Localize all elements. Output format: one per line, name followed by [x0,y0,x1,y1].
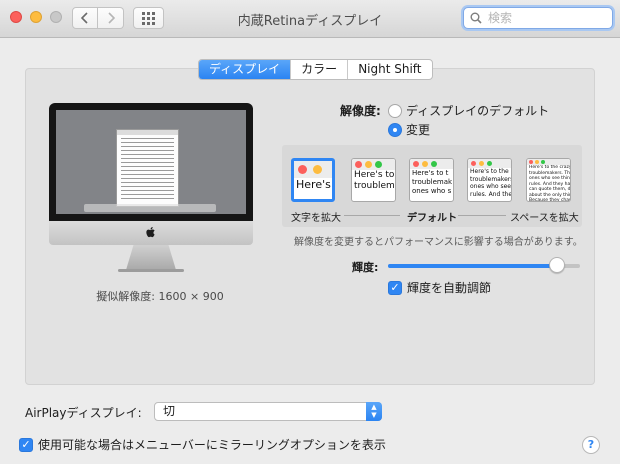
zoom-window-button[interactable] [50,11,62,23]
minimize-window-button[interactable] [30,11,42,23]
scale-preview-text: Here's [296,178,331,191]
airplay-display-label: AirPlayディスプレイ: [25,406,142,420]
close-window-button[interactable] [10,11,22,23]
radio-button-selected[interactable] [388,122,402,137]
imac-chin [49,221,253,245]
brightness-label: 輝度: [352,261,379,274]
mirroring-option-label: 使用可能な場合はメニューバーにミラーリングオプションを表示 [38,438,386,452]
radio-button[interactable] [388,103,402,118]
chevron-right-icon [107,12,115,24]
scale-label-default: デフォルト [407,213,457,224]
scale-preview-text: Here's to the crazy one troublemakers. T… [529,165,570,202]
scale-option-4[interactable]: Here's to the troublemakers ones who see… [467,158,512,202]
tab-color[interactable]: カラー [290,60,347,79]
scale-option-more-space[interactable]: Here's to the crazy one troublemakers. T… [526,158,571,202]
resolution-scaled-label: 変更 [406,123,431,137]
mirroring-menu-option[interactable]: ✓ 使用可能な場合はメニューバーにミラーリングオプションを表示 [19,436,386,453]
imac-foot [118,269,184,272]
checkmark-icon[interactable]: ✓ [19,437,33,452]
scale-preview-text: Here's to troublem [354,170,395,191]
chevron-up-down-icon: ▲ ▼ [366,402,382,421]
show-all-button[interactable] [133,7,164,29]
brightness-slider-knob[interactable] [548,257,565,273]
scale-preview-text: Here's to t troublemak ones who s [412,169,453,195]
grid-icon [142,11,155,25]
preview-desktop [56,110,246,214]
scale-label-more-space: スペースを拡大 [510,213,579,224]
help-button[interactable]: ? [582,436,600,454]
scale-option-larger-text[interactable]: Here's [291,158,335,202]
title-bar: 内蔵Retinaディスプレイ [0,0,620,38]
scale-divider-line [344,215,400,216]
display-preview-image [49,103,253,221]
chevron-left-icon [81,12,88,24]
tab-bar: ディスプレイ カラー Night Shift [198,59,433,80]
preview-dock [84,204,216,212]
window-title: 内蔵Retinaディスプレイ [237,14,383,29]
imac-stand [126,245,176,270]
scale-label-larger-text: 文字を拡大 [291,213,341,224]
scale-option-default[interactable]: Here's to t troublemak ones who s [409,158,454,202]
apple-logo-icon [146,227,155,238]
resolution-default-label: ディスプレイのデフォルト [406,104,550,118]
resolution-label: 解像度: [340,104,381,118]
search-field[interactable] [463,7,613,29]
checkmark-icon[interactable]: ✓ [388,280,402,295]
auto-brightness-option[interactable]: ✓ 輝度を自動調節 [388,279,491,296]
search-icon [470,12,482,24]
back-button[interactable] [72,7,98,29]
resolution-performance-note: 解像度を変更するとパフォーマンスに影響する場合があります。 [294,237,583,248]
brightness-slider-fill [388,264,557,268]
scale-preview-text: Here's to the troublemakers ones who see… [470,168,511,198]
tab-display[interactable]: ディスプレイ [199,60,291,79]
simulated-resolution-text: 擬似解像度: 1600 × 900 [96,290,224,303]
preview-document-window [116,129,179,207]
forward-button[interactable] [98,7,124,29]
scale-option-2[interactable]: Here's to troublem [351,158,396,202]
airplay-display-select[interactable]: 切 ▲ ▼ [154,402,382,421]
auto-brightness-label: 輝度を自動調節 [407,281,492,295]
tab-night-shift[interactable]: Night Shift [347,60,431,79]
scale-divider-line [458,215,506,216]
resolution-scaled-option[interactable]: 変更 [388,121,430,138]
airplay-selected-value: 切 [163,404,176,418]
search-input[interactable] [488,11,598,25]
resolution-default-option[interactable]: ディスプレイのデフォルト [388,102,549,119]
